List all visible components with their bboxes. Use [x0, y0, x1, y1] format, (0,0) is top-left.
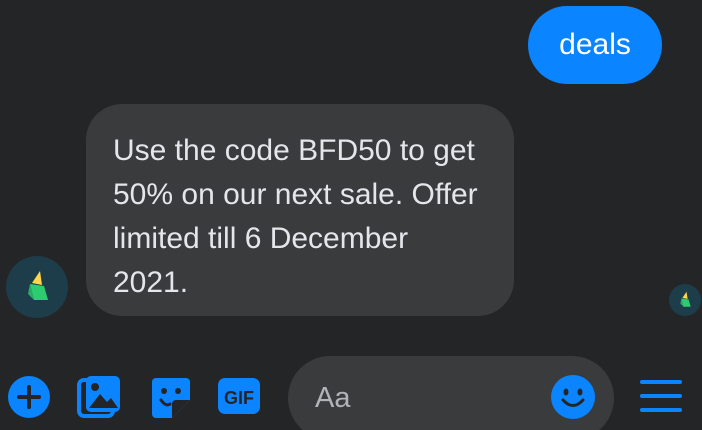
- sender-avatar[interactable]: [6, 256, 68, 318]
- brand-logo-icon: [28, 271, 48, 300]
- gif-button[interactable]: GIF: [216, 374, 262, 420]
- photo-icon: [77, 376, 120, 418]
- seen-receipt-avatar: [669, 284, 701, 316]
- plus-icon: [8, 376, 50, 418]
- add-actions-button[interactable]: [6, 374, 52, 420]
- incoming-message-text: Use the code BFD50 to get 50% on our nex…: [113, 134, 478, 299]
- outgoing-message-bubble[interactable]: deals: [528, 6, 662, 84]
- brand-logo-icon: [680, 291, 691, 307]
- emoji-icon: [551, 375, 595, 419]
- photo-button[interactable]: [76, 374, 122, 420]
- incoming-message-bubble[interactable]: Use the code BFD50 to get 50% on our nex…: [86, 104, 514, 316]
- message-input[interactable]: [315, 378, 545, 418]
- sticker-button[interactable]: [148, 374, 194, 420]
- emoji-button[interactable]: [550, 374, 596, 420]
- sticker-icon: [152, 378, 190, 418]
- gif-icon: GIF: [218, 378, 260, 414]
- outgoing-message-text: deals: [559, 28, 631, 61]
- message-composer[interactable]: [288, 356, 614, 430]
- menu-icon: [640, 380, 682, 412]
- chat-screen: deals Use the code BFD50 to get 50% on o…: [0, 0, 702, 430]
- gif-label: GIF: [224, 388, 254, 408]
- menu-button[interactable]: [638, 374, 684, 420]
